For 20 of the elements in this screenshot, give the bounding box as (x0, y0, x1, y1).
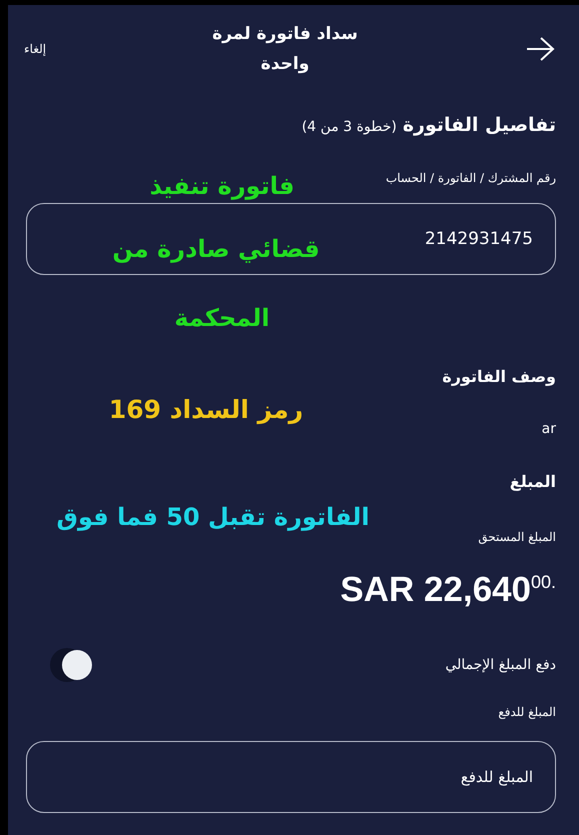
annotation-text: الفاتورة تقبل 50 فما فوق (56, 502, 370, 532)
section-heading: وصف الفاتورة (441, 367, 556, 386)
step-indicator: (خطوة 3 من 4) (302, 119, 397, 135)
section-title: تفاصيل الفاتورة (402, 114, 556, 136)
back-button[interactable] (524, 35, 556, 63)
amount-label: المبلغ المستحق (477, 530, 556, 544)
field-label: رقم المشترك / الفاتورة / الحساب (384, 171, 556, 185)
amount-input[interactable]: المبلغ للدفع (26, 741, 556, 813)
field-label: المبلغ للدفع (497, 705, 556, 719)
toggle-label: دفع المبلغ الإجمالي (445, 657, 556, 673)
section-heading: المبلغ (508, 472, 556, 491)
cancel-link[interactable]: إلغاء (24, 42, 46, 56)
annotation-text: رمز السداد 169 (108, 395, 304, 425)
annotation-text: فاتورة تنفيذ (148, 171, 296, 201)
annotation-text: قضائي صادرة من (111, 234, 321, 264)
description-value: ar (542, 421, 556, 437)
arrow-icon (525, 36, 555, 62)
amount-due: SAR 22,640$^{00.}$ (340, 570, 556, 610)
annotation-text: المحكمة (173, 303, 271, 333)
screen-title: سداد فاتورة لمرة واحدة (211, 23, 359, 76)
